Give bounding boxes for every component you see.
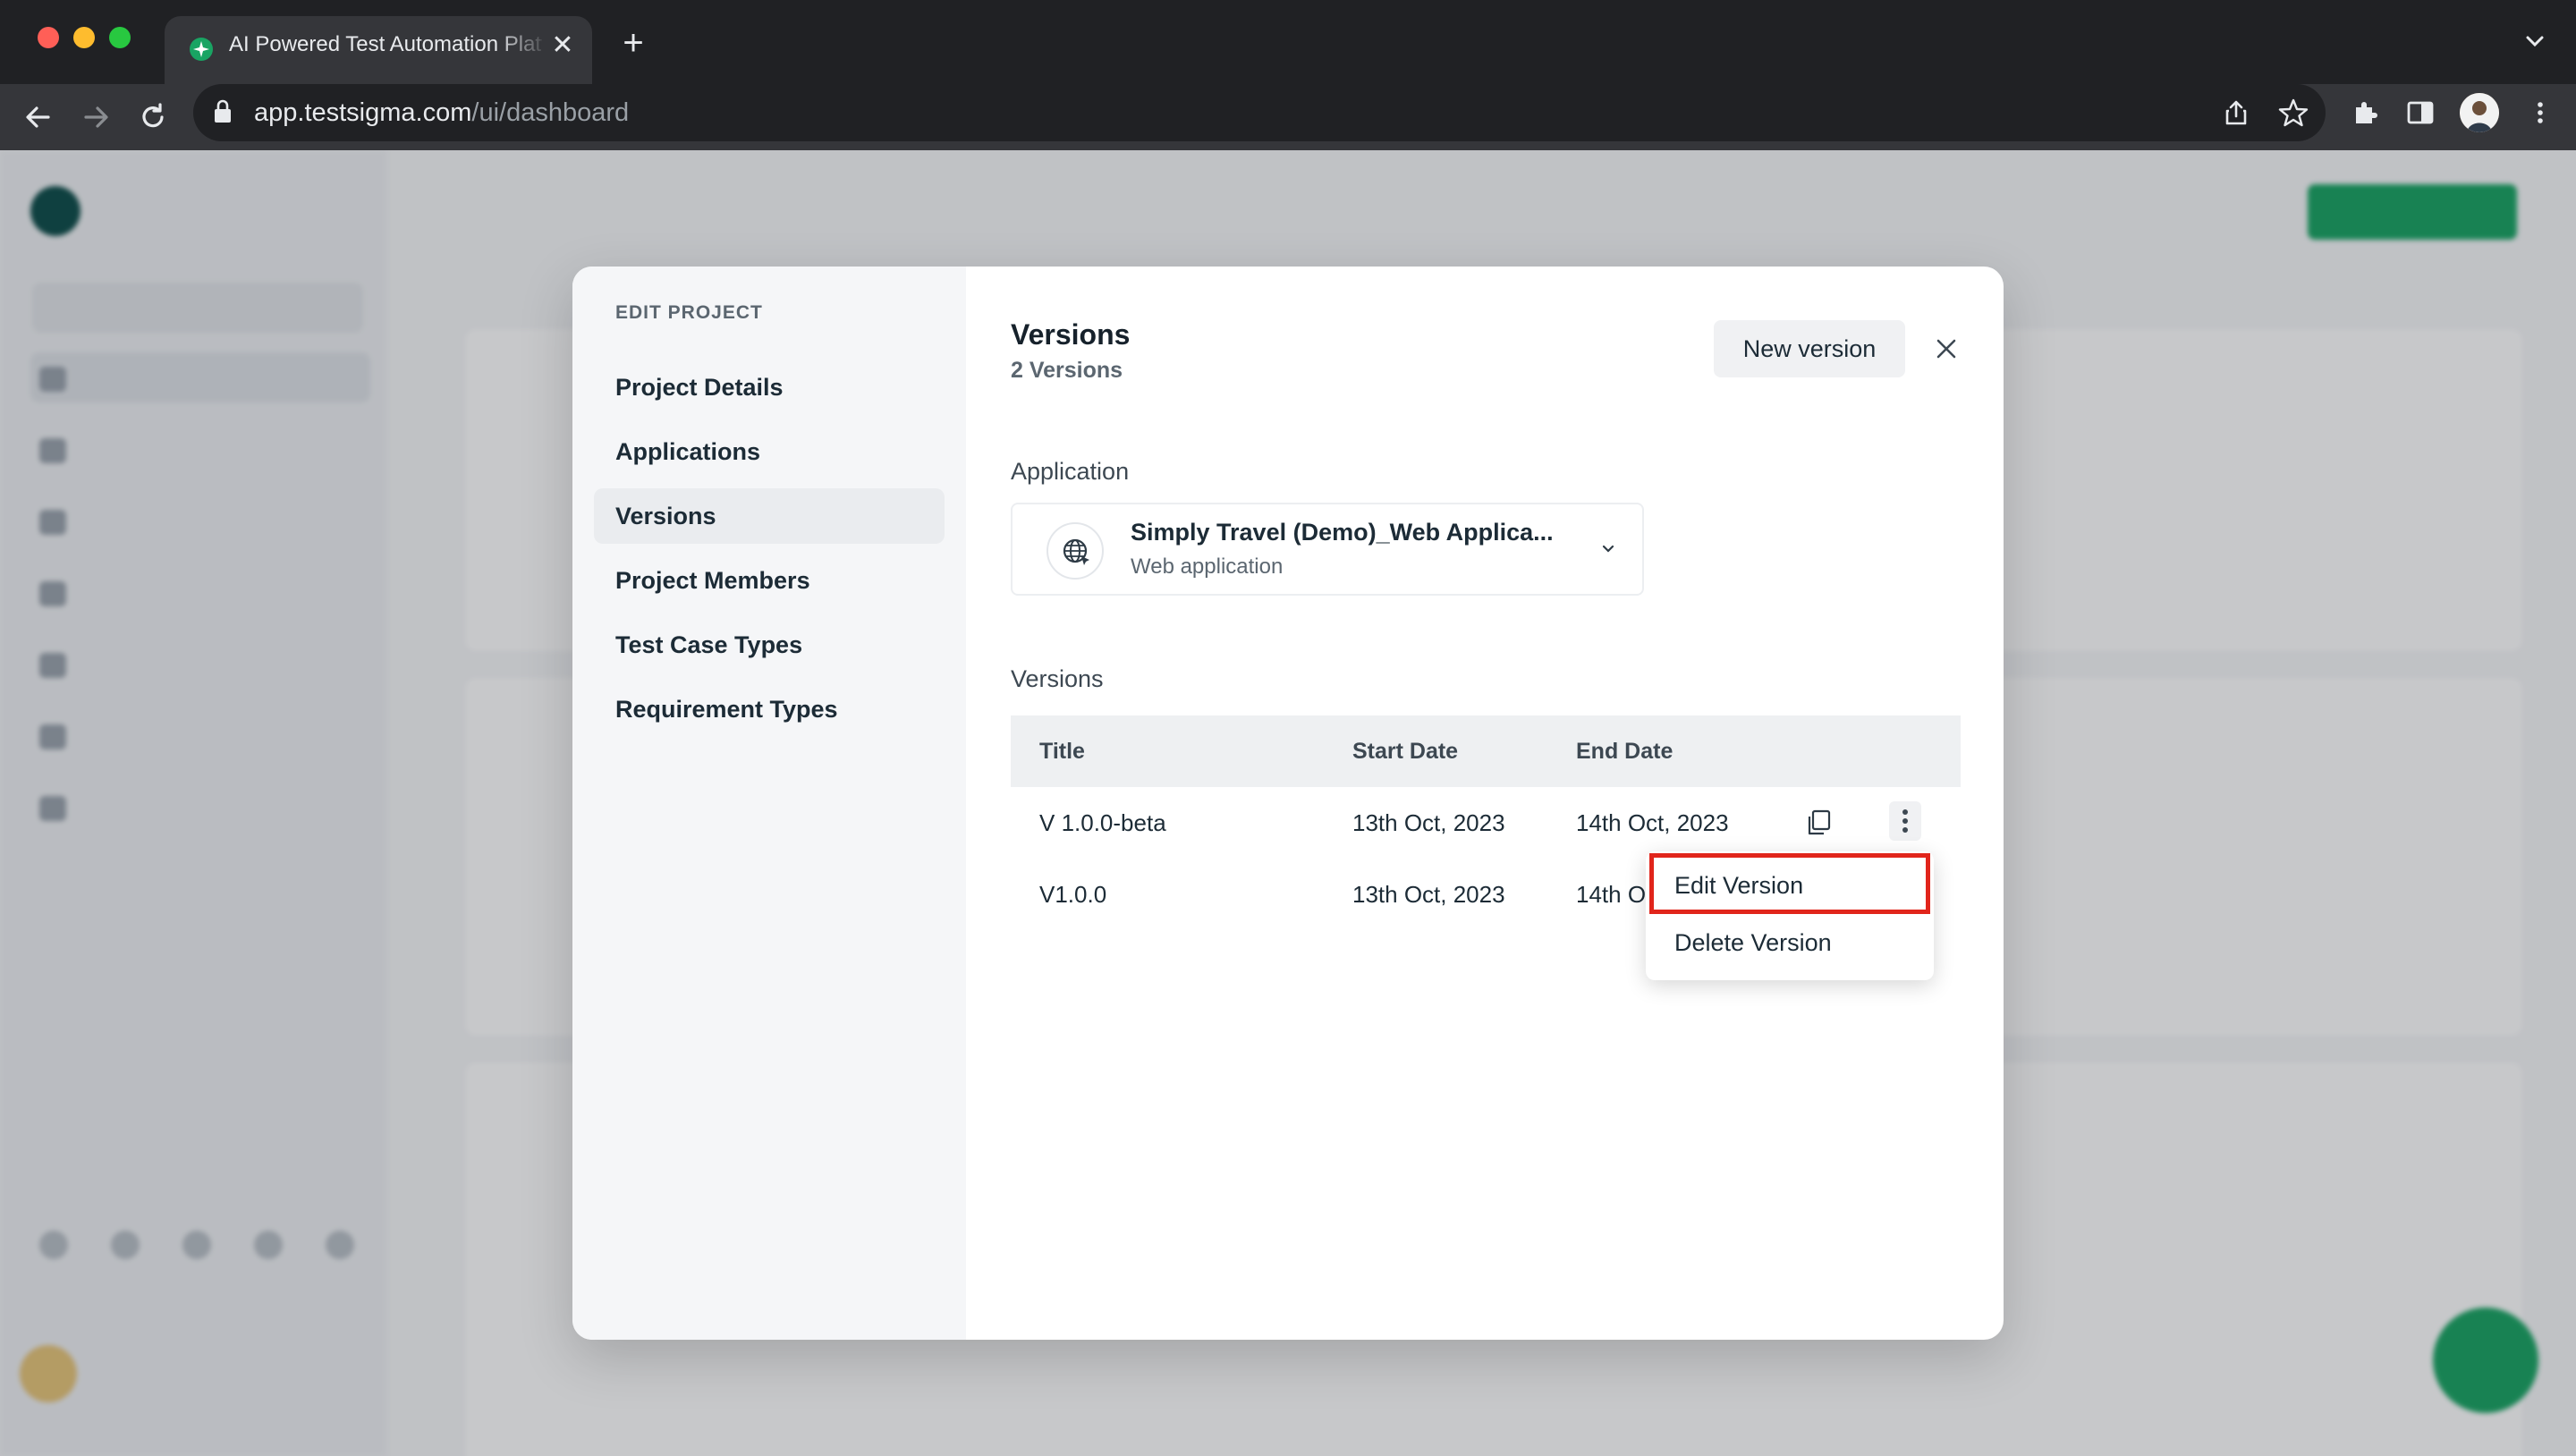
url-text[interactable]: app.testsigma.com/ui/dashboard [254, 84, 629, 141]
application-name: Simply Travel (Demo)_Web Applica... [1131, 519, 1554, 546]
new-version-button[interactable]: New version [1714, 320, 1905, 377]
back-icon[interactable] [18, 97, 59, 138]
edit-project-modal: EDIT PROJECT Project Details Application… [572, 267, 2004, 1340]
kebab-dot [1902, 827, 1908, 833]
versions-count: 2 Versions [1011, 358, 1123, 383]
column-header-start-date: Start Date [1352, 739, 1459, 764]
tab-title-fade [496, 21, 549, 68]
version-start-date: 13th Oct, 2023 [1352, 881, 1505, 908]
version-end-date: 14th Oct, 2023 [1576, 809, 1729, 836]
nav-item-versions[interactable]: Versions [594, 488, 945, 544]
window-minimize-button[interactable] [73, 27, 95, 48]
tab-close-icon[interactable]: ✕ [549, 32, 576, 59]
window-zoom-button[interactable] [109, 27, 131, 48]
globe-icon [1046, 522, 1104, 580]
table-header: Title Start Date End Date [1011, 715, 1961, 787]
globe-icon-graphic [1063, 538, 1089, 565]
highlight-box [1649, 853, 1930, 914]
nav-item-test-case-types[interactable]: Test Case Types [594, 617, 945, 673]
reload-icon[interactable] [132, 97, 174, 138]
new-tab-button[interactable]: + [615, 25, 651, 61]
profile-avatar-image [2460, 93, 2499, 132]
url-host: app.testsigma.com [254, 98, 472, 127]
lock-icon[interactable] [213, 98, 233, 125]
menu-icon[interactable] [2524, 97, 2556, 129]
modal-content: Versions 2 Versions New version Applicat… [966, 267, 2004, 1340]
browser-tab-active[interactable]: AI Powered Test Automation Platform ✕ [165, 16, 592, 84]
kebab-dot [1902, 818, 1908, 824]
column-header-end-date: End Date [1576, 739, 1674, 764]
copy-icon[interactable] [1805, 808, 1832, 837]
nav-item-project-members[interactable]: Project Members [594, 553, 945, 608]
nav-item-label: Project Details [615, 374, 784, 401]
sidebar-icon[interactable] [2404, 97, 2436, 129]
star-icon[interactable] [2277, 97, 2309, 129]
window-close-button[interactable] [38, 27, 59, 48]
profile-avatar[interactable] [2460, 93, 2499, 132]
testsigma-favicon-icon [190, 38, 213, 61]
nav-item-applications[interactable]: Applications [594, 424, 945, 479]
chevron-down-icon[interactable] [1599, 540, 1617, 558]
version-start-date: 13th Oct, 2023 [1352, 809, 1505, 836]
nav-item-label: Applications [615, 438, 761, 465]
url-path: /ui/dashboard [471, 98, 630, 127]
close-icon[interactable] [1932, 334, 1961, 363]
page-title: Versions [1011, 318, 1131, 351]
forward-icon[interactable] [75, 97, 116, 138]
more-actions-button[interactable] [1889, 801, 1921, 841]
modal-side-nav: EDIT PROJECT Project Details Application… [572, 267, 966, 1340]
versions-section-label: Versions [1011, 665, 1104, 692]
nav-item-project-details[interactable]: Project Details [594, 360, 945, 415]
nav-item-label: Test Case Types [615, 631, 803, 658]
table-row[interactable]: V 1.0.0-beta 13th Oct, 2023 14th Oct, 20… [1011, 787, 1961, 859]
application-type: Web application [1131, 554, 1284, 579]
nav-item-label: Project Members [615, 567, 810, 594]
modal-nav-heading: EDIT PROJECT [615, 302, 763, 323]
tab-search-chevron-icon[interactable] [2521, 27, 2549, 55]
nav-item-requirement-types[interactable]: Requirement Types [594, 681, 945, 737]
delete-version-menu-item[interactable]: Delete Version [1646, 914, 1932, 971]
version-title: V 1.0.0-beta [1039, 809, 1166, 836]
application-label: Application [1011, 458, 1130, 485]
nav-item-label: Versions [615, 503, 716, 529]
share-icon[interactable] [2220, 97, 2252, 129]
column-header-title: Title [1039, 739, 1085, 764]
browser-tab-bar: AI Powered Test Automation Platform ✕ + [0, 0, 2576, 84]
version-title: V1.0.0 [1039, 881, 1107, 908]
kebab-dot [1902, 809, 1908, 815]
application-select[interactable]: Simply Travel (Demo)_Web Applica... Web … [1011, 503, 1644, 596]
nav-item-label: Requirement Types [615, 696, 838, 723]
menu-item-label: Delete Version [1674, 929, 1832, 956]
extensions-icon[interactable] [2349, 97, 2381, 129]
